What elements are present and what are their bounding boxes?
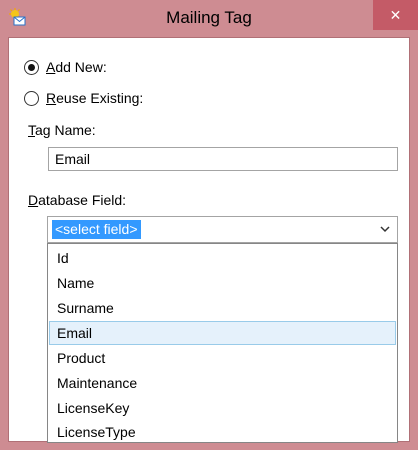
- dialog-body: Add New: Reuse Existing: Tag Name: Email…: [8, 37, 410, 443]
- reuse-existing-label: Reuse Existing:: [46, 90, 144, 106]
- close-button[interactable]: ✕: [373, 0, 418, 30]
- database-field-combo[interactable]: <select field>: [47, 216, 398, 243]
- dropdown-item[interactable]: Maintenance: [49, 371, 396, 395]
- reuse-existing-radio[interactable]: Reuse Existing:: [24, 90, 143, 106]
- dropdown-item-highlighted[interactable]: Email: [49, 321, 396, 345]
- add-new-radio[interactable]: Add New:: [24, 59, 107, 75]
- tag-name-input[interactable]: Email: [48, 147, 398, 171]
- dropdown-item[interactable]: Surname: [49, 296, 396, 320]
- dropdown-item[interactable]: Id: [49, 246, 396, 270]
- title-bar[interactable]: Mailing Tag ✕: [0, 0, 418, 37]
- chevron-down-icon[interactable]: [379, 223, 391, 235]
- tag-name-label: Tag Name:: [28, 122, 96, 138]
- radio-unchecked-icon[interactable]: [24, 90, 39, 106]
- dropdown-item[interactable]: LicenseKey: [49, 396, 396, 420]
- dropdown-item[interactable]: Name: [49, 271, 396, 295]
- dropdown-item[interactable]: LicenseType: [49, 420, 396, 444]
- database-field-dropdown[interactable]: Id Name Surname Email Product Maintenanc…: [47, 243, 398, 443]
- database-field-label: Database Field:: [28, 192, 127, 208]
- dropdown-item[interactable]: Product: [49, 346, 396, 370]
- combo-selected-value: <select field>: [52, 220, 141, 239]
- window-title: Mailing Tag: [166, 8, 252, 27]
- radio-checked-icon[interactable]: [24, 59, 39, 75]
- close-icon: ✕: [389, 6, 402, 23]
- mailing-tag-window: Mailing Tag ✕ Add New: Reuse Existing: T…: [0, 0, 418, 450]
- add-new-label: Add New:: [46, 59, 107, 75]
